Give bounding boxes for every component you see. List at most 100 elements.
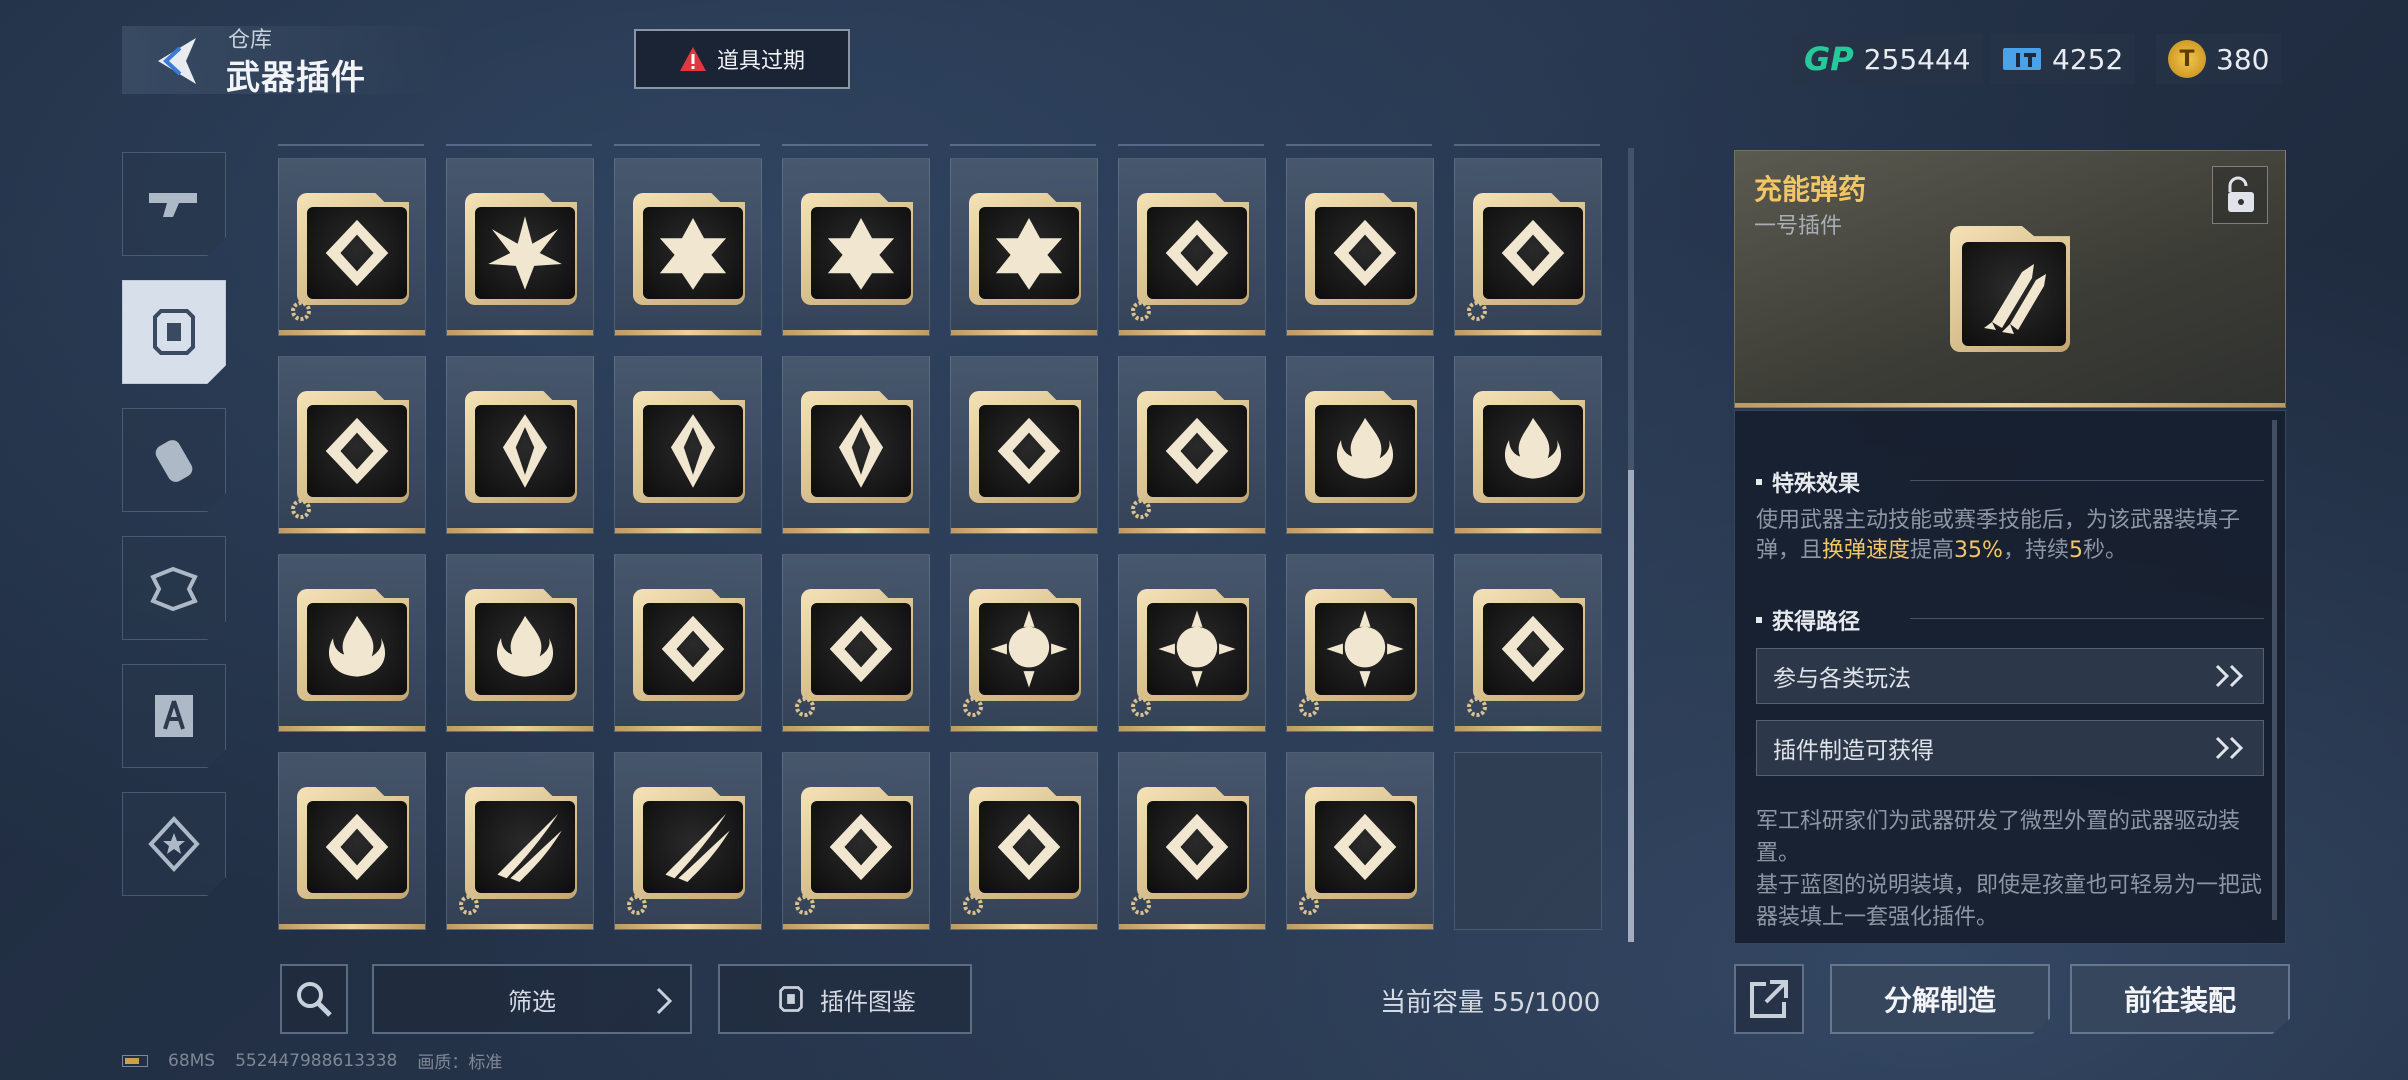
lore-line: 军工科研家们为武器研发了微型外置的武器驱动装置。 <box>1756 809 2241 866</box>
star-badge-icon <box>148 816 200 872</box>
effect-highlight-2: 35% <box>1954 538 2003 563</box>
grid-scrollbar-thumb[interactable] <box>1628 470 1634 942</box>
currency-ticket: 4252 <box>1990 34 2136 84</box>
crosshair-swirl-icon <box>325 219 389 287</box>
gear-icon <box>963 697 983 717</box>
side-tab-armor[interactable] <box>122 536 226 640</box>
plugin-slot[interactable] <box>950 752 1098 930</box>
share-export-icon <box>1750 980 1788 1018</box>
effect-text-2: 提高 <box>1910 538 1955 563</box>
plugin-slot[interactable] <box>446 752 594 930</box>
search-button[interactable] <box>280 964 348 1034</box>
flame-icon <box>328 615 386 677</box>
currency-coin: T 380 <box>2156 34 2282 84</box>
plugin-slot[interactable] <box>614 554 762 732</box>
uid-text: 552447988613338 <box>235 1050 398 1071</box>
detail-scrollbar[interactable] <box>2272 420 2277 920</box>
empty-plugin-slot[interactable] <box>1454 752 1602 930</box>
filter-button[interactable]: 筛选 <box>372 964 692 1034</box>
lore-line: 基于蓝图的说明装填，即使是孩童也可轻易为一把武器装填上一套强化插件。 <box>1756 873 2263 928</box>
plugin-slot[interactable] <box>1454 554 1602 732</box>
rocket-bullet-icon <box>1984 264 2046 334</box>
plugin-slot[interactable] <box>1118 356 1266 534</box>
side-tab-skill[interactable] <box>122 664 226 768</box>
plugin-frame-icon <box>153 309 195 355</box>
plugin-slot[interactable] <box>278 158 426 336</box>
warning-icon <box>679 47 706 71</box>
lock-button[interactable] <box>2212 166 2268 224</box>
side-tab-grenade[interactable] <box>122 408 226 512</box>
plugin-card <box>1473 589 1585 701</box>
plugin-slot[interactable] <box>614 356 762 534</box>
search-icon <box>297 982 332 1017</box>
route-label: 参与各类玩法 <box>1773 666 1911 692</box>
plugin-card <box>297 787 409 899</box>
plugin-card <box>801 589 913 701</box>
plugin-card <box>801 787 913 899</box>
route-section-label: 获得路径 <box>1772 610 1861 635</box>
plugin-slot[interactable] <box>1118 158 1266 336</box>
gear-icon <box>1131 697 1151 717</box>
side-tab-star[interactable] <box>122 792 226 896</box>
item-expired-button[interactable]: 道具过期 <box>634 29 850 89</box>
grenade-icon <box>155 440 193 482</box>
back-arrow-icon[interactable] <box>150 34 200 88</box>
side-tab-weapon[interactable] <box>122 152 226 256</box>
plugin-slot[interactable] <box>782 554 930 732</box>
effect-highlight-1: 换弹速度 <box>1822 538 1911 563</box>
effect-text-4: 秒。 <box>2082 538 2127 563</box>
plugin-slot[interactable] <box>1286 752 1434 930</box>
currency-ticket-value: 4252 <box>2052 42 2124 76</box>
plugin-card <box>969 589 1081 701</box>
plugin-slot[interactable] <box>782 356 930 534</box>
effect-text-3: ，持续 <box>2002 538 2069 563</box>
plugin-card <box>633 193 745 305</box>
route-crafting-button[interactable]: 插件制造可获得 <box>1756 720 2264 776</box>
plugin-slot[interactable] <box>446 356 594 534</box>
plugin-slot[interactable] <box>1118 554 1266 732</box>
slash-shield-icon <box>1165 813 1229 881</box>
plugin-slot[interactable] <box>278 356 426 534</box>
plugin-slot[interactable] <box>614 752 762 930</box>
plugin-slot[interactable] <box>782 158 930 336</box>
gp-icon: GP <box>1804 40 1854 78</box>
plugin-card <box>297 391 409 503</box>
route-gameplay-button[interactable]: 参与各类玩法 <box>1756 648 2264 704</box>
plugin-slot[interactable] <box>1286 158 1434 336</box>
plugin-slot[interactable] <box>1454 158 1602 336</box>
plugin-slot[interactable] <box>614 158 762 336</box>
spiked-orb-icon <box>1326 610 1404 688</box>
currency-coin-value: 380 <box>2216 42 2270 76</box>
claw-slash-icon <box>497 813 562 882</box>
disassemble-button[interactable]: 分解制造 <box>1830 964 2050 1034</box>
skill-book-icon <box>155 695 193 737</box>
plugin-slot[interactable] <box>1454 356 1602 534</box>
claw-slash-icon <box>665 813 730 882</box>
plugin-card <box>801 391 913 503</box>
plugin-slot[interactable] <box>1286 554 1434 732</box>
capacity-text: 当前容量 55/1000 <box>1380 988 1601 1018</box>
lore-description: 军工科研家们为武器研发了微型外置的武器驱动装置。 基于蓝图的说明装填，即使是孩童… <box>1756 806 2264 928</box>
plugin-slot[interactable] <box>446 554 594 732</box>
plugin-slot[interactable] <box>950 554 1098 732</box>
flame-icon <box>496 615 554 677</box>
plugin-slot[interactable] <box>278 554 426 732</box>
plugin-card <box>969 391 1081 503</box>
go-equip-button[interactable]: 前往装配 <box>2070 964 2290 1034</box>
plugin-slot[interactable] <box>278 752 426 930</box>
side-tab-plugin[interactable] <box>122 280 226 384</box>
hexagram-icon <box>827 218 895 290</box>
currency-gp-value: 255444 <box>1863 42 1971 76</box>
flame-icon <box>1504 417 1562 479</box>
plugin-slot[interactable] <box>1286 356 1434 534</box>
plugin-card <box>633 589 745 701</box>
plugin-slot[interactable] <box>1118 752 1266 930</box>
plugin-slot[interactable] <box>950 356 1098 534</box>
plugin-codex-button[interactable]: 插件图鉴 <box>718 964 972 1034</box>
plugin-card <box>1305 391 1417 503</box>
plugin-slot[interactable] <box>446 158 594 336</box>
plugin-slot[interactable] <box>950 158 1098 336</box>
plugin-slot[interactable] <box>782 752 930 930</box>
effect-section-title: 特殊效果 <box>1756 466 1860 498</box>
share-button[interactable] <box>1734 964 1804 1034</box>
